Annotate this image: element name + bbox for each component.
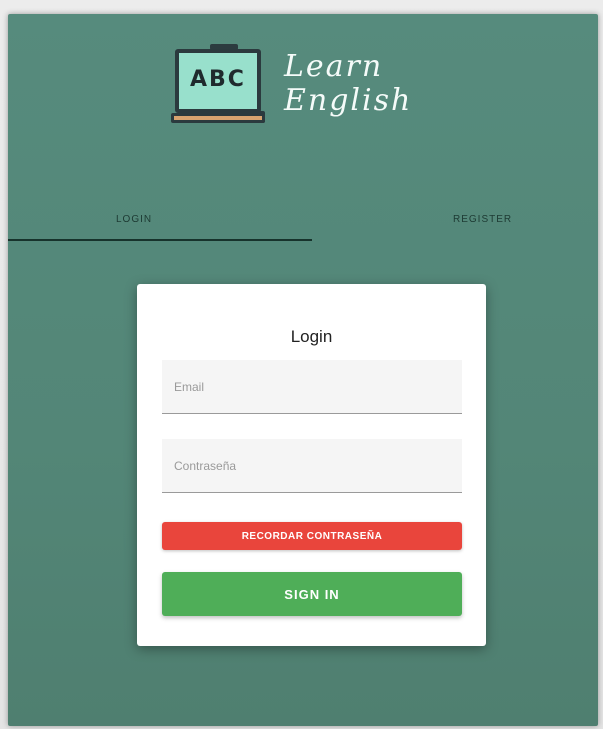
app-container: ABC Learn English LOGIN REGISTER Login E… [8,14,598,726]
app-title-line2: English [284,83,413,118]
app-title: Learn English [284,50,454,118]
login-card: Login RECORDAR CONTRASEÑA SIGN IN [137,284,486,646]
email-input[interactable] [162,360,462,413]
chalkboard-icon: ABC [175,49,265,123]
remember-password-button[interactable]: RECORDAR CONTRASEÑA [162,522,462,550]
app-logo: ABC Learn English [171,44,454,144]
auth-tabs: LOGIN REGISTER [8,210,598,242]
window-frame: ABC Learn English LOGIN REGISTER Login E… [0,0,603,729]
card-title: Login [290,327,333,346]
tab-login[interactable]: LOGIN [8,210,303,242]
active-tab-indicator [8,239,312,241]
sign-in-button[interactable]: SIGN IN [162,572,462,616]
password-input[interactable] [162,439,462,492]
app-title-line1: Learn [284,49,384,84]
tab-register[interactable]: REGISTER [303,210,598,242]
chalkboard-text: ABC [190,67,246,92]
password-field [162,439,462,493]
email-field [162,360,462,414]
tab-register-label: REGISTER [453,214,513,225]
chalkboard-ledge [171,113,265,123]
tab-login-label: LOGIN [116,214,153,225]
